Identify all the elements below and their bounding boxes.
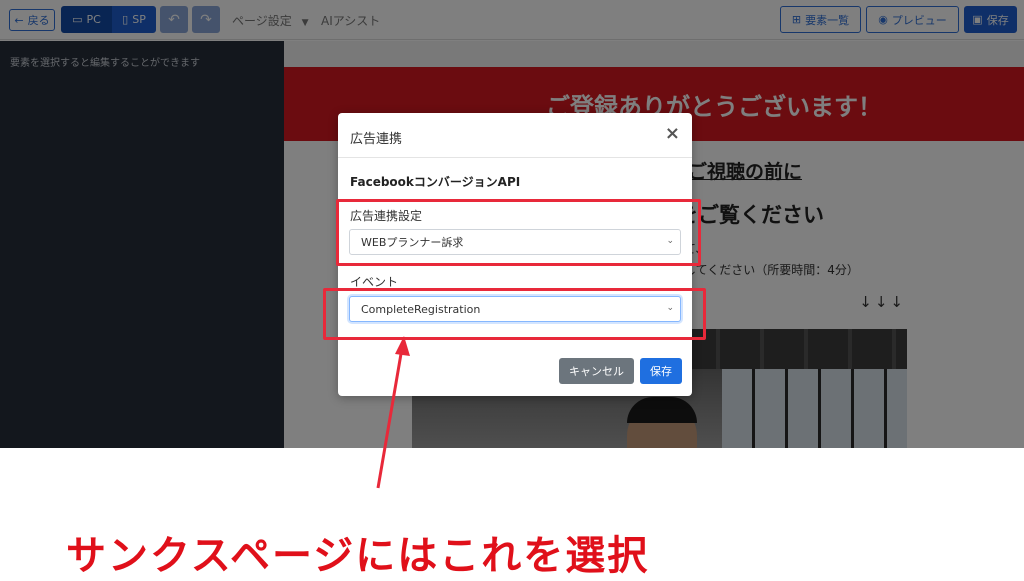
modal-save-button[interactable]: 保存	[640, 358, 682, 384]
close-icon[interactable]: ×	[665, 123, 680, 144]
annotation-caption: サンクスページにはこれを選択	[66, 532, 650, 579]
cancel-button[interactable]: キャンセル	[559, 358, 634, 384]
facebook-capi-title: FacebookコンバージョンAPI	[350, 175, 521, 189]
modal-header: 広告連携 ×	[338, 113, 692, 158]
highlight-box-event	[323, 288, 706, 340]
screenshot: ←戻る ▭PC ▯SP ↶ ↷ ページ設定 ▼ AIアシスト ⊞要素一覧 ◉プレ…	[0, 0, 1024, 581]
highlight-box-ad-setting	[336, 199, 701, 266]
modal-title: 広告連携	[350, 132, 403, 147]
